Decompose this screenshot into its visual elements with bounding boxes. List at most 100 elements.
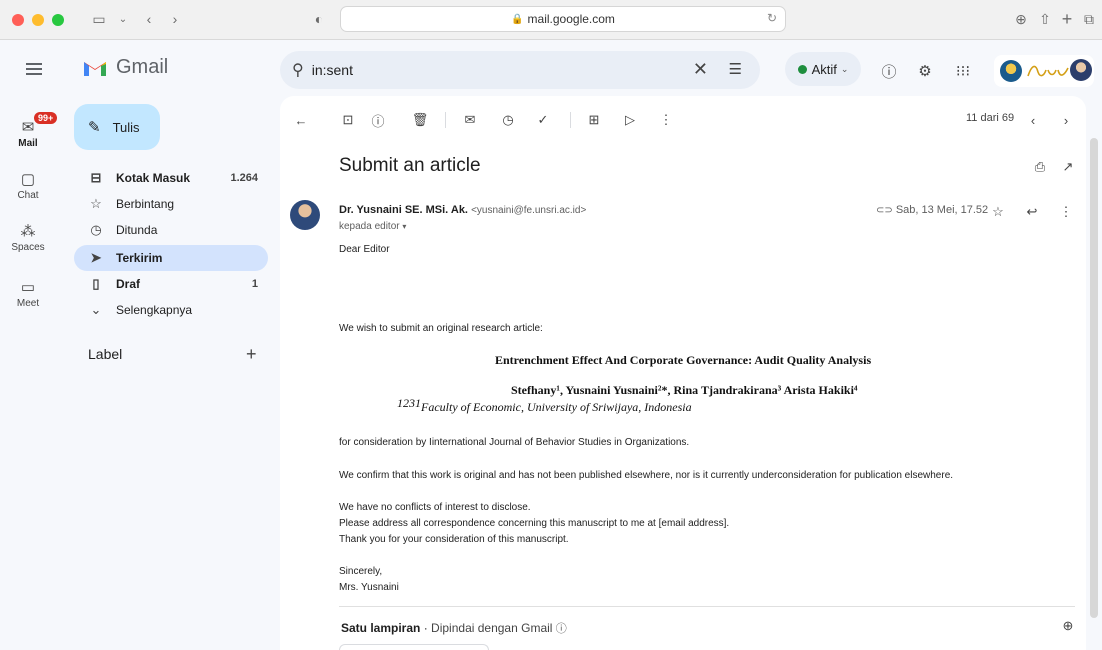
conflicts-text: We have no conflicts of interest to disc…: [339, 502, 531, 513]
thanks-text: Thank you for your consideration of this…: [339, 534, 569, 545]
sidebar-item-inbox[interactable]: ⊟ Kotak Masuk 1.264: [74, 165, 268, 191]
rail-chat[interactable]: ▢ Chat: [0, 170, 56, 201]
sidebar-item-count: 1.264: [230, 172, 258, 184]
draft-icon: ▯: [92, 276, 100, 291]
greeting: Dear Editor: [339, 244, 390, 255]
help-icon[interactable]: ⓘ: [878, 60, 900, 82]
recipient-text: kepada editor: [339, 221, 400, 232]
email-date: Sab, 13 Mei, 17.52: [895, 204, 989, 216]
next-icon[interactable]: ›: [1056, 110, 1076, 130]
chevron-down-icon[interactable]: ⌄: [112, 8, 134, 30]
report-spam-icon[interactable]: ⓘ: [368, 110, 388, 130]
open-new-window-icon[interactable]: ↗: [1058, 157, 1078, 177]
sidebar-item-label: Ditunda: [116, 223, 158, 237]
share-icon[interactable]: ⇧: [1034, 8, 1056, 30]
info-icon[interactable]: ⓘ: [556, 623, 567, 635]
sidebar-item-drafts[interactable]: ▯ Draf 1: [74, 271, 268, 297]
email-date-wrapper: ⊂⊃ Sab, 13 Mei, 17.52: [876, 204, 988, 216]
clear-search-icon[interactable]: ✕: [693, 59, 708, 80]
address-text: Please address all correspondence concer…: [339, 518, 730, 529]
rail-spaces-label: Spaces: [11, 242, 45, 253]
user-avatar[interactable]: [1070, 59, 1092, 81]
star-icon: ☆: [90, 196, 102, 211]
app-name: Gmail: [116, 56, 169, 78]
signature-text: Mrs. Yusnaini: [339, 582, 399, 593]
rail-meet-label: Meet: [16, 298, 40, 309]
star-icon[interactable]: ☆: [988, 202, 1008, 222]
label-icon[interactable]: ▷: [620, 110, 640, 130]
rail-spaces[interactable]: ⁂ Spaces: [0, 222, 56, 253]
sidebar-item-sent[interactable]: ➤ Terkirim: [74, 245, 268, 271]
apps-grid-icon[interactable]: ⁝⁝⁝: [952, 60, 974, 82]
print-icon[interactable]: ⎙: [1030, 157, 1050, 177]
add-task-icon[interactable]: ✓: [533, 110, 553, 130]
attachment-header: Satu lampiran · Dipindai dengan Gmail ⓘ: [341, 620, 567, 636]
back-icon[interactable]: ‹: [138, 8, 160, 30]
shield-icon[interactable]: ◐: [308, 8, 330, 30]
separator-dot: ·: [423, 621, 432, 635]
recipient-line[interactable]: kepada editor ▾: [339, 221, 406, 232]
search-bar[interactable]: ⚲ in:sent ✕ ☰: [280, 51, 760, 89]
previous-icon[interactable]: ‹: [1023, 110, 1043, 130]
sidebar-item-snoozed[interactable]: ◷ Ditunda: [74, 217, 268, 243]
clock-icon: ◷: [90, 222, 102, 237]
url-text: mail.google.com: [527, 12, 615, 26]
settings-icon[interactable]: ⚙: [914, 60, 936, 82]
tabs-overview-icon[interactable]: ⧉: [1078, 8, 1100, 30]
maximize-window-button[interactable]: [52, 14, 64, 26]
delete-icon[interactable]: 🗑: [410, 110, 430, 130]
scrollbar[interactable]: [1090, 138, 1098, 618]
back-arrow-icon[interactable]: ←: [291, 110, 311, 130]
attachment-divider: [339, 606, 1075, 607]
main-menu-button[interactable]: [22, 60, 46, 80]
rail-meet[interactable]: ▭ Meet: [0, 278, 56, 309]
gmail-m-icon: [84, 61, 106, 76]
scan-status: Dipindai dengan Gmail: [431, 621, 553, 635]
download-icon[interactable]: ⊕: [1010, 8, 1032, 30]
sender-info: Dr. Yusnaini SE. MSi. Ak. <yusnaini@fe.u…: [339, 204, 586, 216]
pencil-icon: ✎: [88, 119, 101, 136]
minimize-window-button[interactable]: [32, 14, 44, 26]
reload-icon[interactable]: ↻: [767, 11, 777, 25]
move-to-icon[interactable]: ⊞: [584, 110, 604, 130]
inbox-icon: ⊟: [90, 170, 102, 185]
new-tab-icon[interactable]: +: [1056, 8, 1078, 30]
search-input[interactable]: in:sent: [312, 62, 353, 78]
toolbar-divider: [445, 112, 446, 128]
url-bar[interactable]: 🔒 mail.google.com ↻: [340, 6, 786, 32]
unread-badge: 99+: [34, 112, 58, 124]
search-options-icon[interactable]: ☰: [729, 60, 742, 78]
snooze-icon[interactable]: ◷: [498, 110, 518, 130]
sidebar-item-label: Kotak Masuk: [116, 171, 191, 185]
sidebar-toggle-icon[interactable]: ▭: [88, 8, 110, 30]
sidebar-item-label: Draf: [116, 277, 141, 291]
org-emblem: [1000, 60, 1022, 82]
sidebar-item-starred[interactable]: ☆ Berbintang: [74, 191, 268, 217]
send-icon: ➤: [90, 250, 102, 265]
archive-icon[interactable]: ⊡: [338, 110, 358, 130]
more-options-icon[interactable]: ⋮: [656, 110, 676, 130]
forward-icon[interactable]: ›: [164, 8, 186, 30]
sidebar-item-label: Terkirim: [116, 251, 163, 265]
attachment-card[interactable]: [339, 644, 489, 650]
sidebar-item-more[interactable]: ⌄ Selengkapnya: [74, 297, 268, 323]
status-label: Aktif: [811, 61, 837, 77]
gmail-logo[interactable]: Gmail: [82, 56, 168, 79]
affiliation-number: 1231: [397, 396, 421, 410]
chevron-down-icon: ▾: [402, 222, 407, 231]
reply-icon[interactable]: ↩: [1022, 202, 1042, 222]
mark-unread-icon[interactable]: ✉: [460, 110, 480, 130]
add-label-icon[interactable]: +: [246, 344, 257, 365]
add-to-drive-icon[interactable]: ⊕: [1058, 616, 1078, 636]
affiliation-text: Faculty of Economic, University of Sriwi…: [421, 400, 692, 414]
chat-icon: ▢: [20, 171, 36, 188]
status-dropdown[interactable]: Aktif ⌄: [785, 52, 861, 86]
more-options-icon[interactable]: ⋮: [1056, 202, 1076, 222]
sender-avatar[interactable]: [290, 200, 320, 230]
sender-name: Dr. Yusnaini SE. MSi. Ak.: [339, 204, 468, 216]
search-icon[interactable]: ⚲: [292, 60, 304, 80]
close-window-button[interactable]: [12, 14, 24, 26]
compose-button[interactable]: ✎ Tulis: [74, 104, 160, 150]
chevron-down-icon: ⌄: [90, 302, 102, 317]
message-panel: [280, 96, 1086, 650]
